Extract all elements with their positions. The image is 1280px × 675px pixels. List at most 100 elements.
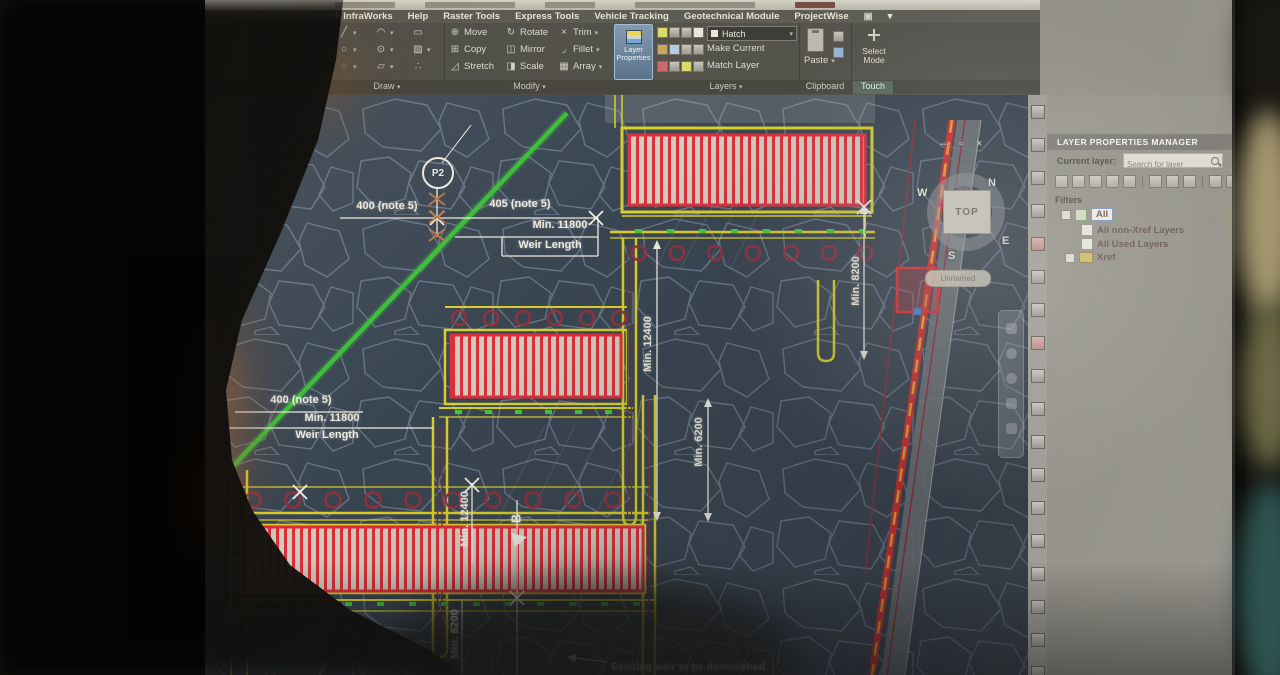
save-icon[interactable]	[833, 47, 844, 58]
layer-tool-icon[interactable]	[693, 44, 704, 55]
draw-tool-button[interactable]: ◠▾	[375, 27, 394, 38]
menu-item-express-tools[interactable]: Express Tools	[515, 11, 579, 22]
tree-item-non-xref[interactable]: All non-Xref Layers	[1081, 224, 1184, 236]
viewcube-north[interactable]: N	[988, 177, 996, 189]
toolbar-icon[interactable]	[1031, 369, 1045, 383]
zoom-icon[interactable]	[1006, 348, 1017, 359]
toolbar-icon[interactable]	[1031, 567, 1045, 581]
layer-color-icon[interactable]	[693, 27, 704, 38]
chevron-down-icon: ▾	[427, 46, 431, 54]
expand-icon[interactable]	[1065, 253, 1075, 263]
layer-tool-icon[interactable]	[693, 61, 704, 72]
delete-layer-icon[interactable]	[1089, 175, 1102, 188]
draw-tool-button[interactable]: ⊙▾	[375, 44, 394, 55]
layer-search-input[interactable]	[1124, 158, 1212, 171]
copy-button[interactable]: ⊞Copy	[449, 44, 486, 55]
layer-properties-button[interactable]: Layer Properties	[614, 24, 653, 80]
steering-wheel-icon[interactable]	[1006, 398, 1017, 409]
menu-app-icon[interactable]: ▣	[864, 11, 873, 22]
layer-freeze-icon[interactable]	[669, 27, 680, 38]
stretch-button[interactable]: ◿Stretch	[449, 61, 494, 72]
fillet-icon: ◞	[558, 44, 570, 55]
menu-item-projectwise[interactable]: ProjectWise	[794, 11, 848, 22]
toolbar-icon[interactable]	[1031, 237, 1045, 251]
toolbar-icon[interactable]	[1031, 171, 1045, 185]
touch-tab-label[interactable]: Touch	[853, 81, 893, 94]
toolbar-icon[interactable]	[1031, 138, 1045, 152]
mirror-button[interactable]: ◫Mirror	[505, 44, 545, 55]
toolbar-icon[interactable]	[1031, 336, 1045, 350]
toolbar-icon[interactable]	[1031, 633, 1045, 647]
layer-tool-icon[interactable]	[657, 44, 668, 55]
minimize-icon[interactable]: –	[940, 138, 946, 150]
match-layer-button[interactable]: Match Layer	[707, 60, 759, 71]
draw-tool-button[interactable]: ∴	[412, 61, 424, 72]
draw-tool-button[interactable]: ○▾	[338, 44, 357, 55]
toolbar-icon[interactable]	[1031, 666, 1045, 675]
toolbar-icon[interactable]	[1031, 402, 1045, 416]
unisolate-layer-icon[interactable]	[1166, 175, 1179, 188]
toolbar-icon[interactable]	[1031, 303, 1045, 317]
layer-tool-icon[interactable]	[669, 61, 680, 72]
paste-button[interactable]: Paste▾	[804, 55, 835, 66]
layer-tool-icon[interactable]	[657, 61, 668, 72]
copy-clip-icon[interactable]	[833, 31, 844, 42]
toolbar-icon[interactable]	[1031, 435, 1045, 449]
toolbar-icon[interactable]	[1031, 501, 1045, 515]
layer-search-box[interactable]	[1123, 153, 1223, 168]
collapse-icon[interactable]	[1061, 210, 1071, 220]
menu-item-geotechnical-module[interactable]: Geotechnical Module	[684, 11, 780, 22]
toolbar-icon[interactable]	[1031, 534, 1045, 548]
rotate-button[interactable]: ↻Rotate	[505, 27, 548, 38]
orbit-icon[interactable]	[1006, 373, 1017, 384]
draw-tool-button[interactable]: ▱▾	[375, 61, 394, 72]
draw-tool-button[interactable]: ◌▾	[338, 61, 357, 72]
array-button[interactable]: ▦Array▾	[558, 61, 602, 72]
restore-icon[interactable]: ▫	[959, 138, 963, 150]
isolate-layer-icon[interactable]	[1149, 175, 1162, 188]
layer-states-icon[interactable]	[1123, 175, 1136, 188]
select-mode-button[interactable]: Select Mode	[856, 47, 892, 65]
toolbar-icon[interactable]	[1031, 204, 1045, 218]
layer-tool-icon[interactable]	[681, 61, 692, 72]
tree-item-all[interactable]: All	[1061, 208, 1113, 221]
draw-tool-button[interactable]: ▭	[412, 27, 424, 38]
new-layer-icon[interactable]	[1055, 175, 1068, 188]
modify-panel-label[interactable]: Modify ▾	[445, 81, 614, 91]
refresh-icon[interactable]	[1209, 175, 1222, 188]
draw-tool-button[interactable]: ╱▾	[338, 27, 357, 38]
layer-lock-icon[interactable]	[681, 27, 692, 38]
move-button[interactable]: ⊕Move	[449, 27, 487, 38]
pan-icon[interactable]	[1006, 323, 1017, 334]
viewcube-west[interactable]: W	[917, 187, 927, 199]
navigation-bar[interactable]	[998, 310, 1024, 458]
viewcube-east[interactable]: E	[1002, 235, 1009, 247]
draw-panel-label[interactable]: Draw ▾	[330, 81, 444, 91]
menu-item-vehicle-tracking[interactable]: Vehicle Tracking	[594, 11, 668, 22]
menu-item-help[interactable]: Help	[408, 11, 429, 22]
trim-button[interactable]: ×Trim▾	[558, 27, 598, 38]
set-current-layer-icon[interactable]	[1106, 175, 1119, 188]
layers-panel-label[interactable]: Layers ▾	[653, 81, 799, 91]
toolbar-icon[interactable]	[1031, 270, 1045, 284]
toolbar-icon[interactable]	[1031, 468, 1045, 482]
close-icon[interactable]: ×	[976, 138, 982, 150]
viewcube-south[interactable]: S	[948, 250, 955, 262]
toolbar-icon[interactable]	[1031, 105, 1045, 119]
scale-button[interactable]: ◨Scale	[505, 61, 544, 72]
menu-item-raster-tools[interactable]: Raster Tools	[443, 11, 500, 22]
tree-item-xref[interactable]: Xref	[1065, 252, 1115, 263]
showmotion-icon[interactable]	[1006, 423, 1017, 434]
toolbar-icon[interactable]	[1031, 600, 1045, 614]
freeze-layer-icon[interactable]	[1183, 175, 1196, 188]
layer-on-icon[interactable]	[657, 27, 668, 38]
draw-tool-button[interactable]: ▨▾	[412, 44, 431, 55]
new-vp-frozen-layer-icon[interactable]	[1072, 175, 1085, 188]
make-current-button[interactable]: Make Current	[707, 43, 765, 54]
viewcube-top-face[interactable]: TOP	[943, 190, 991, 234]
fillet-button[interactable]: ◞Fillet▾	[558, 44, 600, 55]
layer-tool-icon[interactable]	[681, 44, 692, 55]
layer-combo[interactable]: Hatch ▾	[707, 26, 797, 41]
tree-item-used[interactable]: All Used Layers	[1081, 238, 1168, 250]
layer-tool-icon[interactable]	[669, 44, 680, 55]
